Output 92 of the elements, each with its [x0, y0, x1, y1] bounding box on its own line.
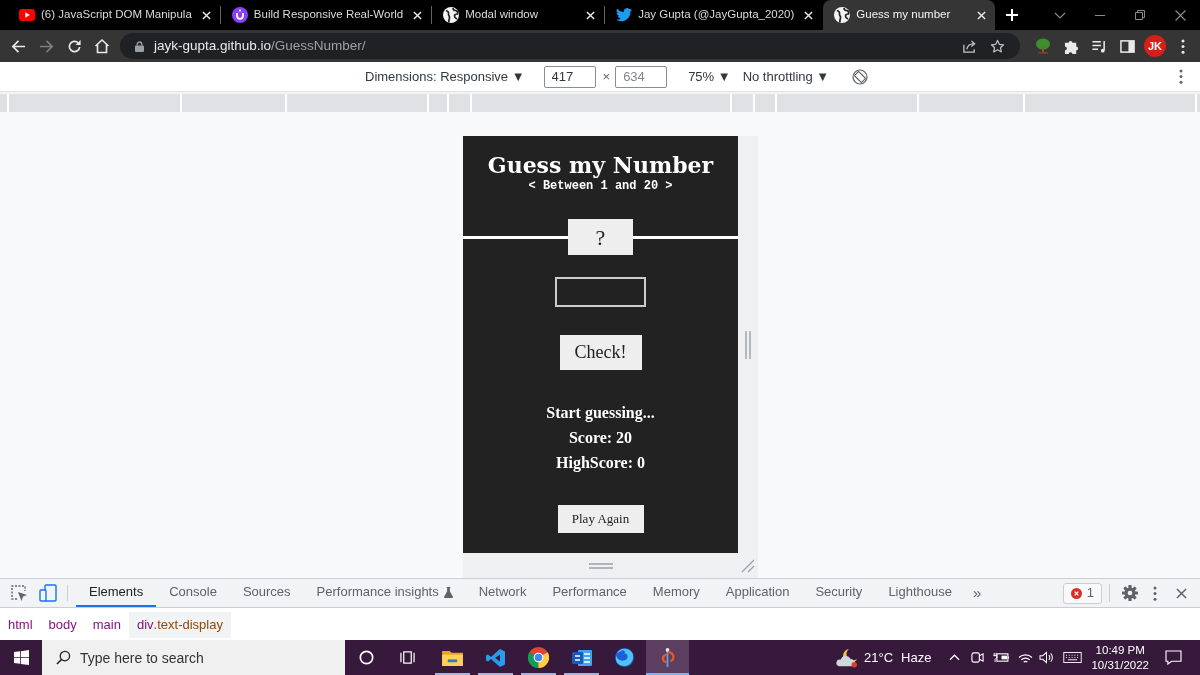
play-again-button[interactable]: Play Again: [557, 505, 644, 533]
battery-icon[interactable]: [993, 652, 1011, 663]
error-count-button[interactable]: 1: [1062, 582, 1102, 604]
folder-icon: [442, 649, 463, 666]
devtools-tab[interactable]: Sources: [229, 579, 304, 607]
weather-condition: Haze: [901, 648, 932, 667]
notification-icon[interactable]: [1164, 650, 1182, 665]
height-input[interactable]: 634: [615, 65, 668, 88]
search-field[interactable]: Type here to search: [42, 640, 345, 675]
back-arrow-icon[interactable]: [10, 38, 26, 54]
address-bar[interactable]: jayk-gupta.github.io/GuessNumber/: [120, 33, 1020, 59]
breadcrumb[interactable]: html: [0, 612, 41, 638]
status-message: Start guessing...: [546, 403, 655, 424]
breadcrumb[interactable]: main: [84, 612, 129, 638]
settings-icon[interactable]: [1122, 585, 1138, 601]
cloud-moon-icon[interactable]: [835, 647, 860, 668]
more-tabs-button[interactable]: »: [973, 581, 982, 605]
breadcrumb[interactable]: div.text-display: [128, 612, 231, 638]
devtools-tab[interactable]: Performance insights: [303, 579, 466, 607]
chevron-down-icon[interactable]: [1054, 11, 1066, 19]
wifi-icon[interactable]: [1018, 651, 1034, 664]
resize-grip-icon[interactable]: [745, 330, 751, 359]
dimension-separator: ×: [602, 67, 611, 86]
code-editor-icon: [485, 647, 506, 668]
play-icon: [19, 9, 35, 21]
restore-icon[interactable]: [1135, 10, 1145, 20]
star-icon[interactable]: [989, 38, 1005, 54]
guess-input[interactable]: [555, 277, 646, 307]
camera-icon[interactable]: [971, 650, 985, 665]
rotate-icon[interactable]: [852, 68, 869, 85]
devtools-tab[interactable]: Security: [802, 579, 876, 607]
device-toggle-icon[interactable]: [39, 584, 57, 602]
forward-arrow-icon[interactable]: [38, 38, 54, 54]
devtools-tab[interactable]: Network: [465, 579, 540, 607]
document-logo-icon: [571, 647, 592, 668]
score-text: Score: 20: [568, 428, 633, 448]
side-panel-icon[interactable]: [1119, 38, 1135, 54]
clock-date[interactable]: 10/31/2022: [1091, 657, 1149, 673]
menu-icon[interactable]: [1179, 69, 1183, 84]
dimensions-dropdown[interactable]: Dimensions: Responsive ▼: [365, 66, 525, 87]
game-title: Guess my Number: [487, 151, 714, 179]
throttling-dropdown[interactable]: No throttling ▼: [742, 66, 830, 87]
menu-icon[interactable]: [1153, 585, 1157, 601]
flask-icon: [443, 586, 453, 598]
playlist-icon[interactable]: [1091, 38, 1107, 54]
start-icon[interactable]: [13, 650, 29, 665]
devtools-tab[interactable]: Lighthouse: [875, 579, 965, 607]
clock-time[interactable]: 10:49 PM: [1095, 642, 1145, 658]
browser-tab[interactable]: Build Responsive Real-World: [220, 0, 432, 30]
share-icon[interactable]: [961, 38, 977, 54]
bird-icon: [616, 8, 633, 22]
lock-icon: [135, 40, 144, 52]
browser-tab[interactable]: Jay Gupta (@JayGupta_2020): [605, 0, 823, 30]
search-icon: [56, 650, 71, 665]
swirl-globe-icon: [614, 647, 635, 668]
puzzle-icon[interactable]: [1063, 38, 1079, 54]
highscore-text: HighScore: 0: [556, 453, 645, 474]
close-icon[interactable]: [1174, 9, 1186, 21]
task-view-icon[interactable]: [399, 650, 415, 665]
logo-icon: [231, 7, 248, 23]
reload-icon[interactable]: [66, 38, 82, 54]
plus-icon[interactable]: [1006, 9, 1019, 21]
devtools-tab[interactable]: Application: [712, 579, 803, 607]
tree-icon[interactable]: [1035, 38, 1051, 54]
temperature-text: 21°C: [864, 648, 894, 667]
check-button[interactable]: Check!: [559, 335, 642, 370]
globe-icon: [443, 7, 460, 23]
width-input[interactable]: 417: [543, 65, 596, 88]
menu-icon[interactable]: [1181, 38, 1185, 54]
browser-tab[interactable]: Modal window: [432, 0, 605, 30]
devtools-tab[interactable]: Performance: [539, 579, 640, 607]
browser-logo-icon: [528, 647, 549, 668]
ring-icon[interactable]: [358, 650, 374, 665]
inspect-icon[interactable]: [10, 584, 28, 602]
speaker-icon[interactable]: [1039, 651, 1055, 664]
resize-grip-icon[interactable]: [588, 562, 613, 569]
browser-tab[interactable]: Guess my number: [823, 0, 996, 30]
chevron-up-icon[interactable]: [949, 654, 961, 661]
error-icon: [1070, 587, 1082, 599]
browser-tab[interactable]: (6) JavaScript DOM Manipula: [8, 0, 220, 30]
zoom-dropdown[interactable]: 75% ▼: [688, 66, 731, 87]
home-icon[interactable]: [94, 38, 110, 54]
range-hint: < Between 1 and 20 >: [528, 179, 673, 193]
corner-grip-icon[interactable]: [741, 559, 755, 573]
minimize-icon[interactable]: [1095, 14, 1105, 16]
devtools-tab[interactable]: Console: [156, 579, 230, 607]
devtools-tab[interactable]: Memory: [639, 579, 713, 607]
secret-number: ?: [568, 219, 633, 255]
keyboard-icon[interactable]: [1063, 652, 1083, 663]
profile-avatar[interactable]: JK: [1144, 35, 1166, 57]
globe-icon: [834, 7, 851, 23]
breadcrumb[interactable]: body: [40, 612, 85, 638]
